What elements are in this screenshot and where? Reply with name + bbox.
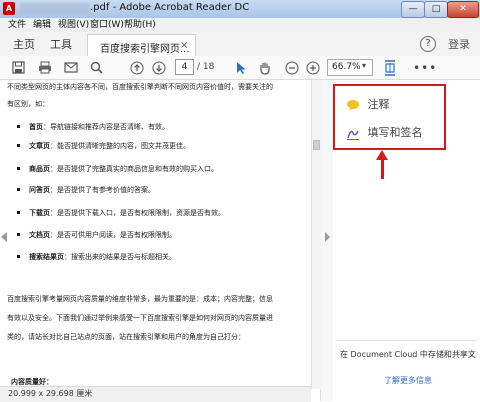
bullet-icon bbox=[17, 255, 20, 258]
doc-line: 问答页：是否提供了有参考价值的答案。 bbox=[29, 186, 155, 194]
doc-line-text: ：导航链接和推荐内容是否清晰、有效。 bbox=[43, 123, 169, 131]
bullet-icon bbox=[17, 188, 20, 191]
arrow-shaft bbox=[381, 155, 384, 179]
save-icon[interactable] bbox=[10, 59, 27, 76]
doc-line: 下载页：是否提供下载入口，是否有权限限制，资源是否有效。 bbox=[29, 209, 225, 217]
menu-help[interactable]: 帮助(H) bbox=[124, 18, 156, 32]
doc-line: 文章页：能否提供清晰完整的内容，图文并茂更佳。 bbox=[29, 142, 190, 150]
doc-line: 不同类型网页的主体内容各不同，百度搜索引擎判断不同网页内容价值时，需要关注的 bbox=[7, 83, 273, 91]
vertical-scrollbar[interactable] bbox=[311, 80, 321, 389]
left-panel-toggle-icon[interactable] bbox=[0, 232, 8, 242]
maximize-button[interactable]: □ bbox=[424, 1, 448, 18]
document-tab[interactable]: 百度搜索引擎网页... × bbox=[87, 34, 196, 57]
tab-bar: 主页 工具 百度搜索引擎网页... × ? 登录 bbox=[0, 32, 480, 57]
print-icon[interactable] bbox=[36, 59, 53, 76]
menu-view[interactable]: 视图(V) bbox=[58, 18, 89, 32]
doc-line: 百度搜索引擎考量网页内容质量的维度非常多，最为重要的是：成本；内容完整；信息 bbox=[7, 295, 273, 303]
minimize-button[interactable]: — bbox=[401, 1, 425, 18]
tab-home[interactable]: 主页 bbox=[13, 36, 35, 52]
email-icon[interactable] bbox=[62, 59, 79, 76]
previous-page-icon[interactable] bbox=[128, 59, 145, 76]
title-bar: A .pdf - Adobe Acrobat Reader DC — □ ✕ bbox=[0, 0, 480, 19]
document-page[interactable]: 不同类型网页的主体内容各不同，百度搜索引擎判断不同网页内容价值时，需要关注的 有… bbox=[0, 80, 321, 401]
zoom-select[interactable]: 66.7% ▾ bbox=[327, 59, 373, 76]
doc-line: 有区别，如： bbox=[7, 100, 49, 108]
fit-page-icon[interactable] bbox=[381, 59, 398, 76]
bullet-icon bbox=[17, 125, 20, 128]
doc-line: 文档页：是否可供用户阅读，是否有权限限制。 bbox=[29, 231, 176, 239]
menu-bar: 文件 编辑 视图(V) 窗口(W) 帮助(H) bbox=[0, 18, 480, 33]
bullet-icon bbox=[17, 144, 20, 147]
document-tab-label: 百度搜索引擎网页... bbox=[100, 44, 190, 55]
page-total: / 18 bbox=[197, 62, 215, 72]
menu-file[interactable]: 文件 bbox=[8, 18, 26, 32]
scrollbar-thumb[interactable] bbox=[313, 140, 320, 150]
more-options-icon[interactable]: ••• bbox=[413, 61, 437, 75]
blurred-filename bbox=[20, 3, 90, 14]
zoom-out-icon[interactable] bbox=[283, 59, 300, 76]
next-page-icon[interactable] bbox=[150, 59, 167, 76]
bullet-icon bbox=[17, 167, 20, 170]
promo-divider bbox=[336, 340, 476, 341]
tab-tools[interactable]: 工具 bbox=[50, 36, 72, 52]
doc-line: 搜索结果页：搜索出来的结果是否与标题相关。 bbox=[29, 253, 176, 261]
zoom-value: 66.7% bbox=[332, 62, 361, 72]
login-link[interactable]: 登录 bbox=[448, 36, 470, 52]
zoom-in-icon[interactable] bbox=[304, 59, 321, 76]
learn-more-link[interactable]: 了解更多信息 bbox=[384, 375, 432, 386]
acrobat-app-icon: A bbox=[3, 2, 15, 15]
search-icon[interactable] bbox=[88, 59, 105, 76]
status-bar: 20.999 x 29.698 厘米 bbox=[0, 386, 311, 402]
page-number-input[interactable]: 4 bbox=[175, 59, 194, 75]
page-size-readout: 20.999 x 29.698 厘米 bbox=[8, 389, 93, 398]
select-cursor-icon[interactable] bbox=[233, 59, 250, 76]
highlight-box bbox=[333, 84, 446, 150]
menu-edit[interactable]: 编辑 bbox=[33, 18, 51, 32]
chevron-down-icon: ▾ bbox=[362, 61, 367, 70]
bullet-icon bbox=[17, 211, 20, 214]
help-icon[interactable]: ? bbox=[420, 36, 436, 52]
close-window-button[interactable]: ✕ bbox=[447, 1, 479, 18]
doc-line: 类的，请站长对比自己站点的页面，站在搜索引擎和用户的角度为自己打分： bbox=[7, 333, 245, 341]
document-cloud-promo: 在 Document Cloud 中存储和共享文 bbox=[340, 350, 476, 359]
bullet-icon bbox=[17, 233, 20, 236]
close-tab-icon[interactable]: × bbox=[180, 40, 188, 51]
doc-line: 商品页：是否提供了完整真实的商品信息和有效的购买入口。 bbox=[29, 165, 218, 173]
doc-line: 首页：导航链接和推荐内容是否清晰、有效。 bbox=[29, 123, 169, 131]
menu-window[interactable]: 窗口(W) bbox=[90, 18, 124, 32]
doc-line: 有效以及安全。下面我们通过举例来感受一下百度搜索引擎是如何对网页的内容质量进 bbox=[7, 314, 273, 322]
hand-tool-icon[interactable] bbox=[256, 59, 273, 76]
toolbar: 4 / 18 66.7% ▾ ••• bbox=[0, 56, 480, 80]
